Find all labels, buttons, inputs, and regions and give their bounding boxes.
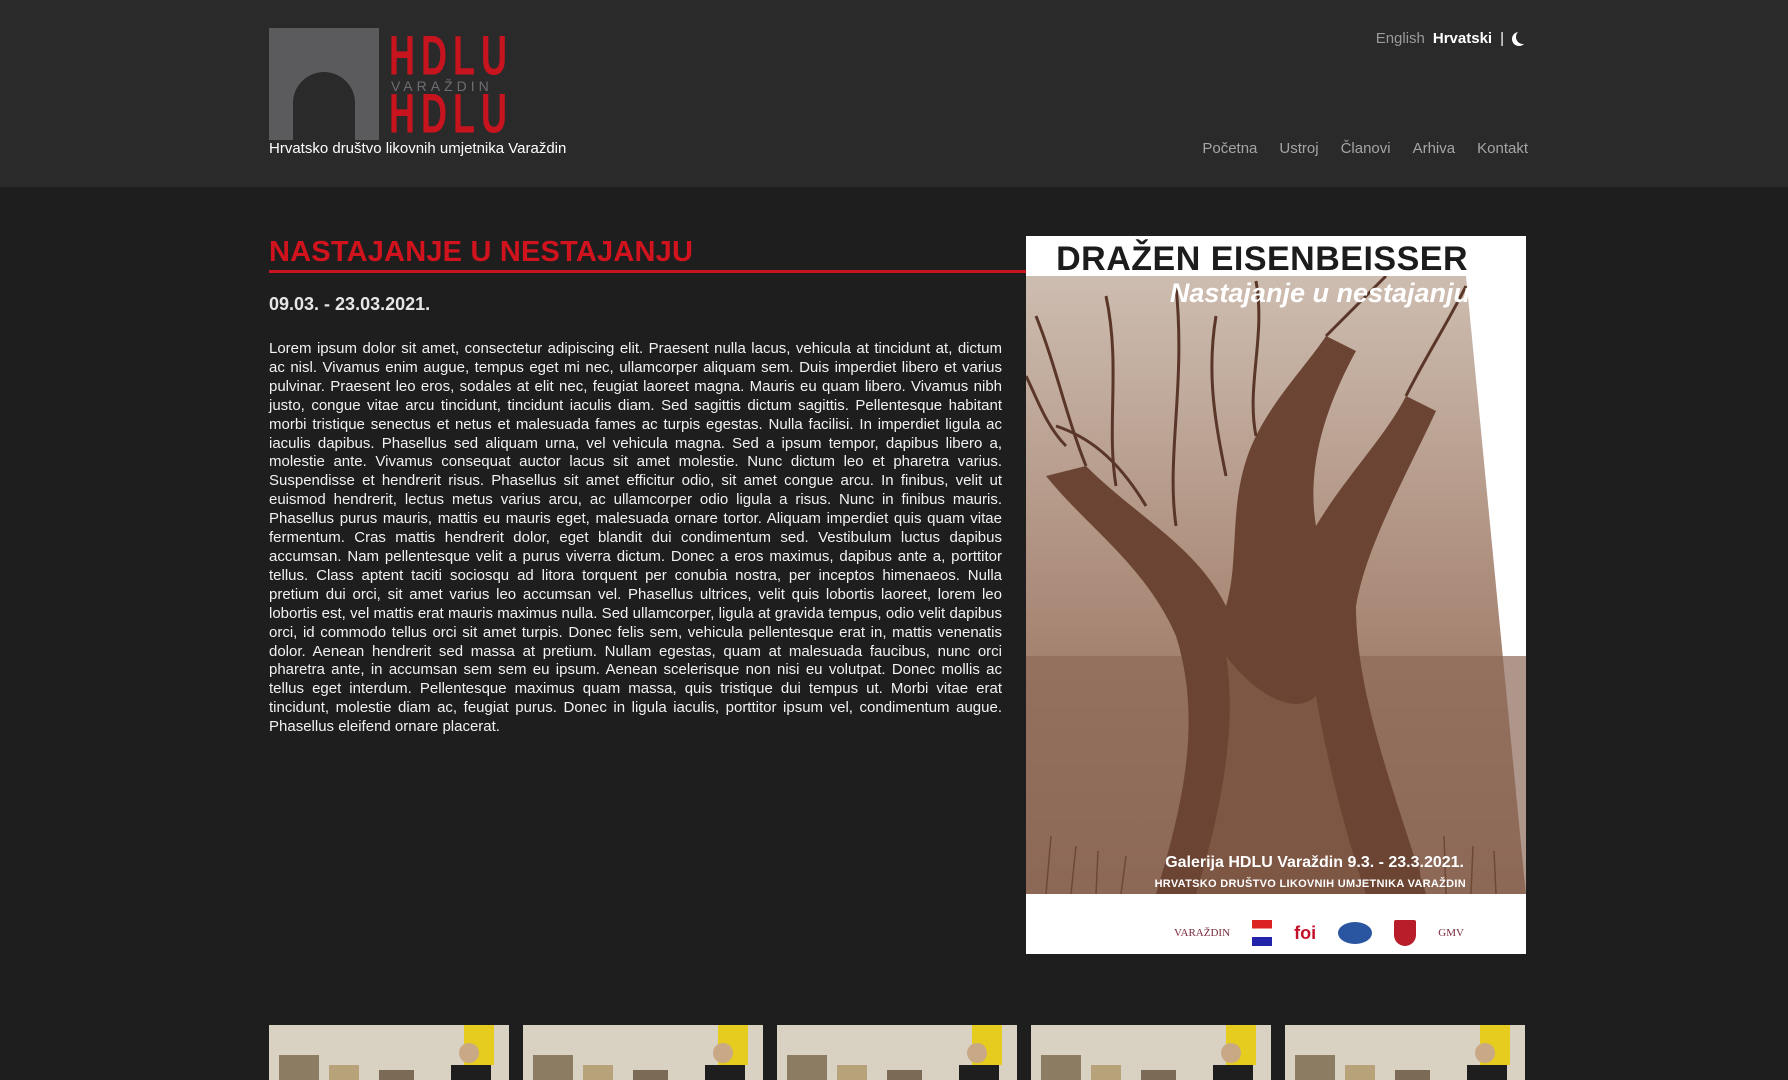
lang-separator: | xyxy=(1500,30,1504,47)
nav-item-pocetna[interactable]: Početna xyxy=(1202,140,1257,157)
poster-subtitle: Nastajanje u nestajanju xyxy=(1169,278,1470,308)
main-nav: Početna Ustroj Članovi Arhiva Kontakt xyxy=(1202,140,1528,157)
logo-letters-bottom: HDLU xyxy=(389,81,513,145)
nav-item-arhiva[interactable]: Arhiva xyxy=(1413,140,1456,157)
language-switcher: English Hrvatski | xyxy=(1376,30,1526,47)
poster-artist-name: DRAŽEN EISENBEISSER xyxy=(1056,240,1468,278)
gallery-thumbnail[interactable] xyxy=(523,1025,763,1080)
poster-organization: HRVATSKO DRUŠTVO LIKOVNIH UMJETNIKA VARA… xyxy=(1154,878,1466,890)
site-tagline: Hrvatsko društvo likovnih umjetnika Vara… xyxy=(269,140,567,157)
event-dates: 09.03. - 23.03.2021. xyxy=(269,294,431,314)
moon-icon[interactable] xyxy=(1516,30,1530,44)
gallery-thumbnails xyxy=(269,1025,1525,1080)
exhibition-poster[interactable]: DRAŽEN EISENBEISSER Nastajanje u nestaja… xyxy=(1026,236,1526,954)
sponsor-gmv: GMV xyxy=(1438,927,1464,939)
poster-gallery-line: Galerija HDLU Varaždin 9.3. - 23.3.2021. xyxy=(1165,854,1464,871)
title-underline xyxy=(269,270,1029,273)
site-header: HDLU HDLU VARAŽDIN Hrvatsko društvo liko… xyxy=(0,0,1788,187)
nav-item-clanovi[interactable]: Članovi xyxy=(1341,140,1391,157)
flag-icon xyxy=(1252,920,1273,946)
coat-of-arms-icon xyxy=(1394,920,1417,946)
nav-item-ustroj[interactable]: Ustroj xyxy=(1279,140,1318,157)
nav-item-kontakt[interactable]: Kontakt xyxy=(1477,140,1528,157)
logo-arch-shape xyxy=(269,28,379,140)
oval-logo-icon xyxy=(1338,922,1373,944)
lang-english[interactable]: English xyxy=(1376,30,1425,47)
lang-hrvatski[interactable]: Hrvatski xyxy=(1433,30,1492,47)
gallery-thumbnail[interactable] xyxy=(1285,1025,1525,1080)
poster-tree-image xyxy=(1026,276,1526,894)
gallery-thumbnail[interactable] xyxy=(1031,1025,1271,1080)
gallery-thumbnail[interactable] xyxy=(269,1025,509,1080)
event-title: NASTAJANJE U NESTAJANJU xyxy=(269,236,694,268)
gallery-thumbnail[interactable] xyxy=(777,1025,1017,1080)
poster-sponsors: VARAŽDIN foi GMV xyxy=(1174,916,1464,950)
sponsor-varazdin: VARAŽDIN xyxy=(1174,927,1231,939)
sponsor-foi: foi xyxy=(1294,922,1317,943)
logo-town: VARAŽDIN xyxy=(391,78,493,94)
event-description: Lorem ipsum dolor sit amet, consectetur … xyxy=(269,340,1002,736)
hdlu-logo[interactable]: HDLU HDLU VARAŽDIN xyxy=(269,23,519,145)
logo-letters-top: HDLU xyxy=(389,23,513,87)
